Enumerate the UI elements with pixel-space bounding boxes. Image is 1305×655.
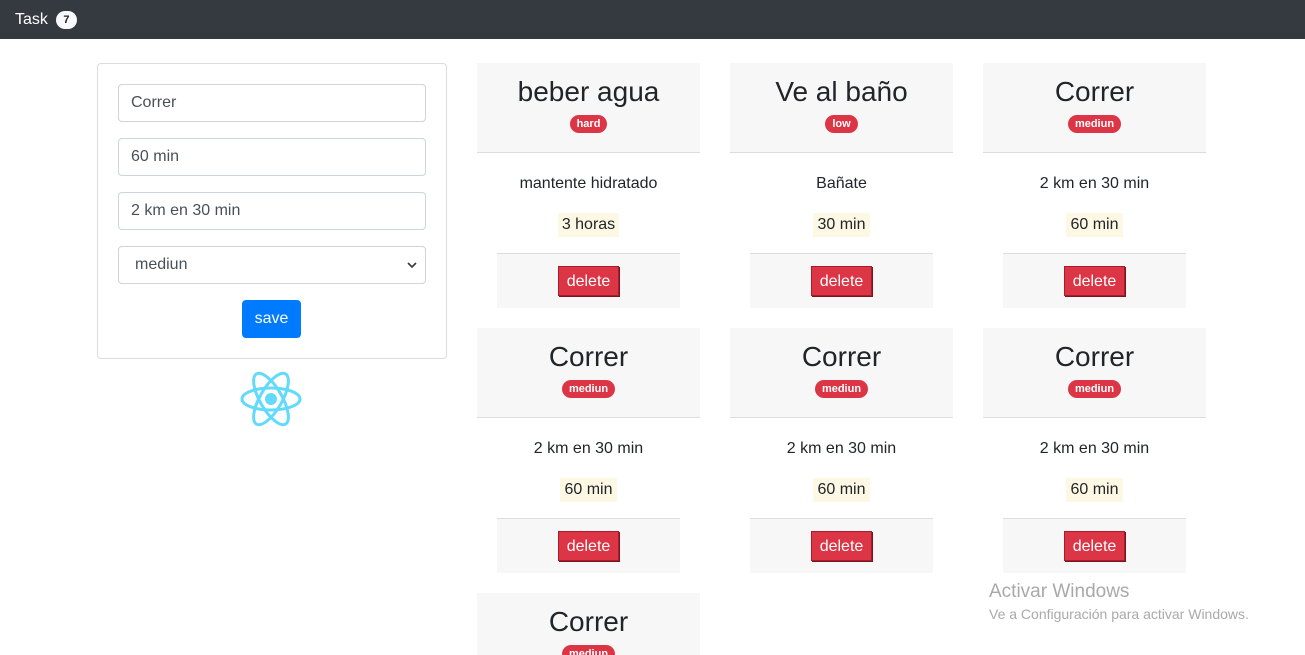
task-card: Correr mediun 2 km en 30 min 60 min dele… [983,328,1206,573]
task-card-footer: delete [750,518,933,573]
task-title: Correr [801,341,882,372]
activation-watermark-subtitle: Ve a Configuración para activar Windows. [989,606,1249,622]
delete-button[interactable]: delete [810,266,873,296]
task-title: Correr [548,341,629,372]
priority-badge: mediun [561,380,616,398]
task-card-footer: delete [1003,518,1186,573]
priority-badge: mediun [1067,380,1122,398]
activation-watermark-title: Activar Windows [989,581,1130,602]
task-description: 2 km en 30 min [786,440,897,457]
delete-button[interactable]: delete [810,531,873,561]
task-title: Ve al baño [775,76,908,107]
task-card: Correr mediun 2 km en 30 min 60 min dele… [730,328,953,573]
task-title: Correr [1054,76,1135,107]
task-title: beber agua [517,76,660,107]
task-duration: 60 min [560,478,617,502]
navbar: Task 7 [0,0,1305,39]
task-description: 2 km en 30 min [1039,175,1150,192]
delete-button[interactable]: delete [1063,531,1126,561]
task-count-badge: 7 [55,10,77,29]
description-input[interactable]: 2 km en 30 min [118,192,426,230]
task-duration: 60 min [1066,213,1123,237]
task-card-footer: delete [497,253,680,308]
priority-badge: mediun [561,645,616,655]
save-button[interactable]: save [242,300,301,338]
task-card: Correr mediun 2 km en 30 min 60 min dele… [983,63,1206,308]
priority-badge: low [825,115,858,133]
navbar-brand[interactable]: Task 7 [15,10,77,29]
duration-input[interactable]: 60 min [118,138,426,176]
task-title: Correr [1054,341,1135,372]
task-description: 2 km en 30 min [533,440,644,457]
priority-badge: mediun [814,380,869,398]
task-card-footer: delete [750,253,933,308]
priority-selected-value: mediun [135,256,188,273]
task-card-header: Ve al baño low [730,63,953,153]
task-card-header: Correr mediun [730,328,953,418]
task-title: Correr [548,606,629,637]
delete-button[interactable]: delete [557,531,620,561]
priority-badge: hard [569,115,608,133]
task-card-header: Correr mediun [477,328,700,418]
task-form: Correr 60 min 2 km en 30 min mediun save [97,63,447,359]
priority-badge: mediun [1067,115,1122,133]
task-card-header: Correr mediun [477,593,700,655]
task-card-footer: delete [497,518,680,573]
task-card-header: Correr mediun [983,328,1206,418]
task-card-header: beber agua hard [477,63,700,153]
task-card: beber agua hard mantente hidratado 3 hor… [477,63,700,308]
task-description: 2 km en 30 min [1039,440,1150,457]
delete-button[interactable]: delete [557,266,620,296]
delete-button[interactable]: delete [1063,266,1126,296]
task-duration: 60 min [1066,478,1123,502]
task-description: mantente hidratado [519,175,658,192]
task-duration: 30 min [813,213,870,237]
chevron-down-icon [407,247,417,297]
task-card: Correr mediun [477,593,700,655]
task-card: Ve al baño low Bañate 30 min delete [730,63,953,308]
brand-title: Task [15,10,48,28]
title-input[interactable]: Correr [118,84,426,122]
task-card-footer: delete [1003,253,1186,308]
task-duration: 3 horas [557,213,620,237]
react-atom-icon [240,366,302,432]
task-card-header: Correr mediun [983,63,1206,153]
task-description: Bañate [816,175,867,192]
task-duration: 60 min [813,478,870,502]
priority-select[interactable]: mediun [118,246,426,284]
task-card: Correr mediun 2 km en 30 min 60 min dele… [477,328,700,573]
